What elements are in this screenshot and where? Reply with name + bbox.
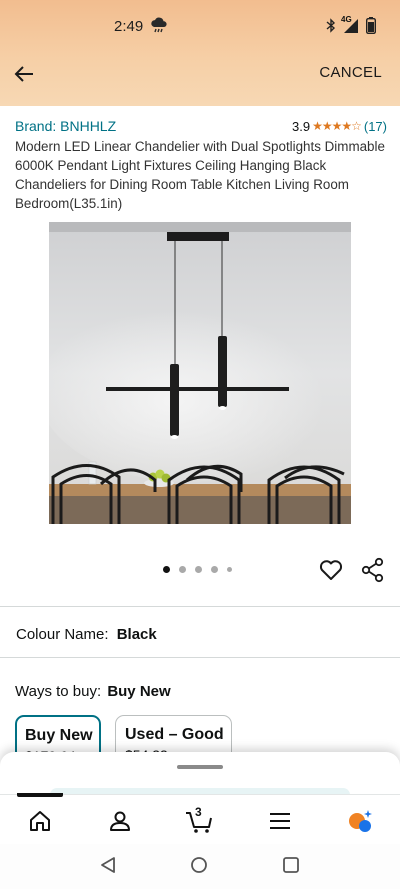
rating-value: 3.9	[292, 118, 311, 134]
brand-link[interactable]: Brand: BNHHLZ	[15, 118, 116, 134]
sheet-drag-handle[interactable]	[177, 765, 223, 769]
signal-icon: 4G	[341, 14, 360, 39]
system-home-icon[interactable]	[190, 856, 208, 879]
option-title: Used – Good	[125, 726, 224, 743]
image-carousel-dots[interactable]	[163, 566, 232, 573]
home-icon[interactable]	[26, 807, 54, 835]
system-navigation-bar	[0, 844, 400, 889]
carousel-dot[interactable]	[195, 566, 202, 573]
carousel-dot[interactable]	[163, 566, 170, 573]
assistant-icon[interactable]	[346, 807, 374, 835]
menu-icon[interactable]	[266, 807, 294, 835]
product-title: Modern LED Linear Chandelier with Dual S…	[15, 139, 385, 211]
ways-to-buy-value: Buy New	[107, 683, 171, 700]
rating-summary[interactable]: 3.9 ★★★★☆ (17)	[292, 119, 387, 134]
divider	[0, 657, 400, 658]
bottom-navigation: 3	[0, 793, 400, 844]
star-rating-icon: ★★★★☆	[312, 119, 362, 133]
system-back-icon[interactable]	[99, 856, 117, 879]
carousel-dot[interactable]	[211, 566, 218, 573]
cancel-button[interactable]: CANCEL	[319, 64, 382, 81]
cart-count: 3	[195, 805, 202, 819]
product-image[interactable]	[49, 222, 351, 524]
cart-icon[interactable]: 3	[185, 805, 213, 835]
colour-selector[interactable]: Colour Name: Black	[16, 626, 157, 643]
ways-to-buy-label: Ways to buy:	[15, 683, 102, 700]
account-icon[interactable]	[106, 807, 134, 835]
app-bar: CANCEL	[0, 50, 400, 106]
brand-rating-row: Brand: BNHHLZ 3.9 ★★★★☆ (17)	[15, 118, 387, 134]
back-arrow-icon[interactable]	[10, 60, 38, 88]
divider	[0, 606, 400, 607]
system-recents-icon[interactable]	[282, 856, 300, 879]
carousel-dot[interactable]	[227, 567, 232, 572]
battery-icon	[365, 17, 377, 39]
carousel-dot[interactable]	[179, 566, 186, 573]
cloud-rain-icon	[150, 16, 168, 39]
option-title: Buy New	[25, 727, 93, 744]
rating-count: (17)	[363, 118, 387, 134]
share-icon[interactable]	[361, 557, 385, 583]
status-time: 2:49	[114, 18, 144, 35]
app-header: 2:49 4G CANCEL	[0, 0, 400, 106]
network-type: 4G	[341, 14, 352, 24]
active-tab-indicator	[17, 793, 63, 797]
bluetooth-icon	[326, 18, 336, 38]
status-bar: 2:49 4G	[0, 0, 400, 50]
colour-value: Black	[116, 626, 157, 643]
colour-label: Colour Name:	[16, 626, 109, 643]
heart-icon[interactable]	[318, 557, 344, 583]
ways-to-buy: Ways to buy: Buy New	[15, 683, 171, 700]
